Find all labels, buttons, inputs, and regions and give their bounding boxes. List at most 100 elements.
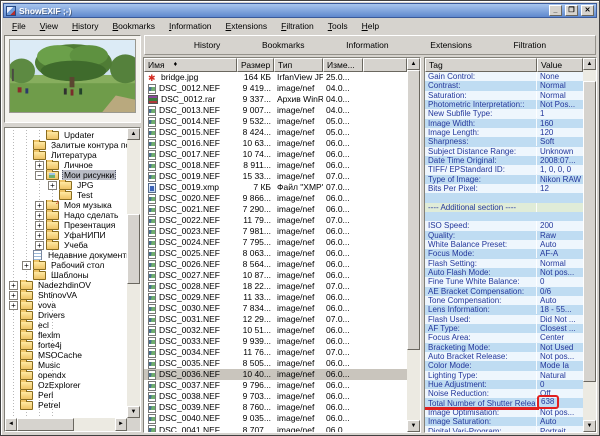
tag-row[interactable]: Auto Bracket Release: Not pos... — [425, 352, 583, 361]
file-row[interactable]: DSC_0021.NEF 7 290... image/nef 06.0... — [144, 204, 407, 215]
file-row[interactable]: DSC_0014.NEF 9 532... image/nef 05.0... — [144, 116, 407, 127]
menu-item[interactable]: View — [34, 20, 64, 32]
file-row[interactable]: DSC_0020.NEF 9 866... image/nef 06.0... — [144, 193, 407, 204]
tree-expander[interactable]: + — [48, 181, 57, 190]
file-row[interactable]: DSC_0027.NEF 10 87... image/nef 06.0... — [144, 270, 407, 281]
tag-row[interactable]: Type of Image: Nikon RAW — [425, 175, 583, 184]
tag-row[interactable]: Focus Mode: AF-A — [425, 249, 583, 258]
tag-row[interactable]: Tone Compensation: Auto — [425, 296, 583, 305]
tree-item[interactable]: Литература — [5, 150, 140, 160]
maximize-button[interactable]: ❐ — [565, 5, 578, 16]
menu-item[interactable]: Bookmarks — [106, 20, 161, 32]
column-header-tag[interactable]: Tag — [425, 58, 537, 72]
tree-expander[interactable]: + — [22, 261, 31, 270]
tree-item[interactable]: + NadezhdinOV — [5, 280, 140, 290]
tag-row[interactable]: Focus Area: Center — [425, 333, 583, 342]
tree-item[interactable]: Petrel — [5, 400, 140, 410]
tree-vertical-scrollbar[interactable]: ▲ ▼ — [127, 128, 140, 418]
close-button[interactable]: ✕ — [581, 5, 594, 16]
column-header-size[interactable]: Размер — [237, 58, 274, 72]
file-row[interactable]: DSC_0032.NEF 10 51... image/nef 06.0... — [144, 325, 407, 336]
tree-item[interactable]: forte4j — [5, 340, 140, 350]
menu-item[interactable]: Tools — [322, 20, 354, 32]
tab-item[interactable]: History — [188, 38, 226, 52]
menu-item[interactable]: Filtration — [275, 20, 320, 32]
scroll-down-icon[interactable]: ▼ — [583, 420, 596, 432]
minimize-button[interactable]: _ — [549, 5, 562, 16]
tag-row[interactable]: ---- Additional section ---- — [425, 203, 583, 212]
file-row[interactable]: DSC_0017.NEF 10 74... image/nef 06.0... — [144, 149, 407, 160]
file-row[interactable]: DSC_0038.NEF 9 703... image/nef 06.0... — [144, 391, 407, 402]
scroll-thumb[interactable] — [17, 418, 74, 431]
tree-item[interactable]: OzExplorer — [5, 380, 140, 390]
tree-item[interactable]: MSOCache — [5, 350, 140, 360]
tag-row[interactable]: Image Length: 120 — [425, 128, 583, 137]
tag-row[interactable]: Total Number of Shutter Releases: 638 — [425, 398, 583, 407]
scroll-up-icon[interactable]: ▲ — [583, 58, 596, 70]
tag-row[interactable]: Bits Per Pixel: 12 — [425, 184, 583, 193]
scroll-left-icon[interactable]: ◄ — [5, 418, 17, 431]
tree-item[interactable]: Шаблоны — [5, 270, 140, 280]
scroll-thumb[interactable] — [407, 70, 420, 350]
tag-row[interactable]: Subject Distance Range: Unknown — [425, 147, 583, 156]
file-row[interactable]: DSC_0025.NEF 8 063... image/nef 06.0... — [144, 248, 407, 259]
scroll-down-icon[interactable]: ▼ — [127, 406, 140, 418]
menu-item[interactable]: History — [66, 20, 104, 32]
tree-expander[interactable]: + — [9, 301, 18, 310]
menu-item[interactable]: File — [6, 20, 32, 32]
tag-row[interactable]: Photometric Interpretation:: Not Pos... — [425, 100, 583, 109]
file-row[interactable]: DSC_0040.NEF 9 035... image/nef 06.0... — [144, 413, 407, 424]
tree-expander[interactable]: − — [35, 171, 44, 180]
file-row[interactable]: DSC_0022.NEF 11 79... image/nef 07.0... — [144, 215, 407, 226]
tag-row[interactable]: Hue Adjustment: 0 — [425, 380, 583, 389]
tag-row[interactable]: Lens Information: 18 - 55... — [425, 305, 583, 314]
file-row[interactable]: DSC_0024.NEF 7 795... image/nef 06.0... — [144, 237, 407, 248]
tag-row[interactable]: Flash Setting: Normal — [425, 259, 583, 268]
tag-row[interactable]: Lighting Type: Natural — [425, 371, 583, 380]
tag-row[interactable]: Digital Vari-Program: Portrait — [425, 426, 583, 432]
column-header-name[interactable]: Имя♦ — [144, 58, 237, 72]
file-row[interactable]: DSC_0015.NEF 8 424... image/nef 05.0... — [144, 127, 407, 138]
tree-item[interactable]: flexlm — [5, 330, 140, 340]
file-row[interactable]: DSC_0023.NEF 7 981... image/nef 06.0... — [144, 226, 407, 237]
tree-item[interactable]: + JPG — [5, 180, 140, 190]
tree-item[interactable]: ecl — [5, 320, 140, 330]
scroll-right-icon[interactable]: ► — [115, 418, 127, 431]
tree-item[interactable]: + УфаНИПИ — [5, 230, 140, 240]
file-row[interactable]: DSC_0016.NEF 10 63... image/nef 06.0... — [144, 138, 407, 149]
file-row[interactable]: DSC_0033.NEF 9 939... image/nef 06.0... — [144, 336, 407, 347]
column-header-type[interactable]: Тип — [274, 58, 323, 72]
tree-item[interactable]: Perl — [5, 390, 140, 400]
tree-expander[interactable]: + — [35, 211, 44, 220]
tree-item[interactable]: + Надо сделать — [5, 210, 140, 220]
tree-item[interactable]: Test — [5, 190, 140, 200]
file-row[interactable]: DSC_0030.NEF 7 834... image/nef 06.0... — [144, 303, 407, 314]
tag-row[interactable]: Color Mode: Mode Ia — [425, 361, 583, 370]
tree-expander[interactable]: + — [9, 281, 18, 290]
tree-expander[interactable]: + — [35, 241, 44, 250]
tree-expander[interactable]: + — [9, 291, 18, 300]
tab-item[interactable]: Extensions — [424, 38, 478, 52]
tag-row[interactable]: ISO Speed: 200 — [425, 221, 583, 230]
tag-row[interactable]: Sharpness: Soft — [425, 137, 583, 146]
tree-item[interactable]: − Мои рисунки — [5, 170, 140, 180]
tree-item[interactable]: + ShtinovVA — [5, 290, 140, 300]
scroll-track[interactable] — [407, 70, 420, 420]
file-list-scrollbar[interactable]: ▲ ▼ — [407, 58, 420, 432]
scroll-up-icon[interactable]: ▲ — [127, 128, 140, 140]
file-row[interactable]: DSC_0012.NEF 9 419... image/nef 04.0... — [144, 83, 407, 94]
file-row[interactable]: DSC_0041.NEF 8 707... image/nef 06.0... — [144, 425, 407, 433]
tree-expander[interactable]: + — [35, 221, 44, 230]
file-row[interactable]: bridge.jpg 164 КБ IrfanView JP... 25.0..… — [144, 72, 407, 83]
tree-horizontal-scrollbar[interactable]: ◄ ► — [5, 418, 127, 431]
file-row[interactable]: DSC_0036.NEF 10 40... image/nef 06.0... — [144, 369, 407, 380]
tab-item[interactable]: Bookmarks — [256, 38, 311, 52]
scroll-up-icon[interactable]: ▲ — [407, 58, 420, 70]
tag-row[interactable]: AF Type: Closest ... — [425, 324, 583, 333]
tag-row[interactable]: Bracketing Mode: Not Used — [425, 343, 583, 352]
tree-item[interactable]: Залитые контура по пла — [5, 140, 140, 150]
tag-row[interactable]: Flash Used: Did Not ... — [425, 315, 583, 324]
tag-row[interactable]: Fine Tune White Balance: 0 — [425, 277, 583, 286]
tag-row[interactable]: Saturation: Normal — [425, 91, 583, 100]
tag-row[interactable] — [425, 212, 583, 221]
